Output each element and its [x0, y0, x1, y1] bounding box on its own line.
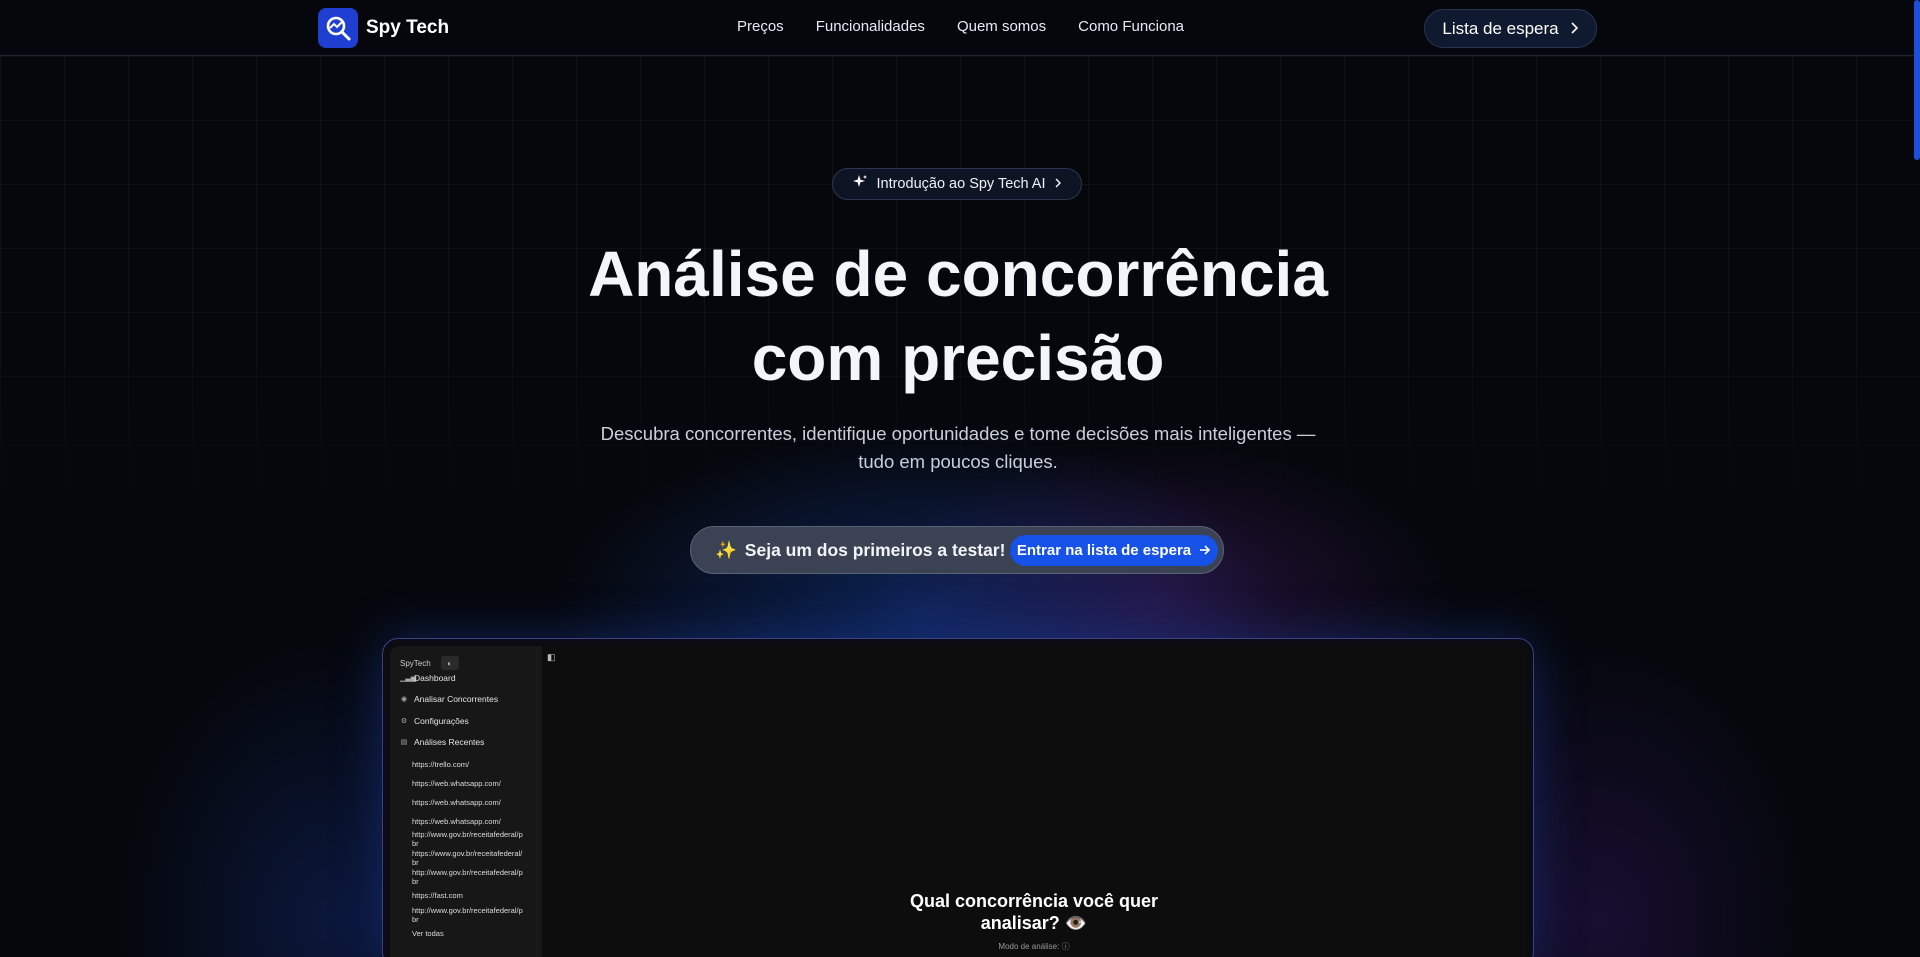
chevron-right-icon	[1054, 176, 1062, 192]
recent-link[interactable]: https://www.gov.br/receitafederal/	[412, 849, 540, 858]
recent-link[interactable]: https://web.whatsapp.com/	[412, 779, 540, 788]
intro-announcement-pill[interactable]: Introdução ao Spy Tech AI	[832, 168, 1082, 200]
recent-link[interactable]: http://www.gov.br/receitafederal/p	[412, 868, 540, 877]
landing-page: Spy Tech Preços Funcionalidades Quem som…	[0, 0, 1920, 957]
preview-sidebar: SpyTech ◐ ▁▃▅ Dashboard ◉ Analisar Conco…	[390, 646, 542, 957]
eye-icon: ◉	[400, 696, 408, 703]
recent-link[interactable]: http://www.gov.br/receitafederal/p	[412, 830, 540, 839]
hero-title-line1: Análise de concorrência	[588, 238, 1328, 310]
waitlist-label: Lista de espera	[1442, 18, 1559, 38]
hero-subtitle-line1: Descubra concorrentes, identifique oport…	[600, 423, 1316, 444]
hero-title-line2: com precisão	[751, 322, 1165, 394]
recent-link-suffix: br	[412, 858, 419, 867]
hero-subtitle: Descubra concorrentes, identifique oport…	[560, 420, 1356, 476]
page-scrollbar[interactable]	[1914, 0, 1920, 160]
question-line1: Qual concorrência você quer	[909, 891, 1159, 911]
menu-label: Dashboard	[414, 673, 456, 683]
cta-text: ✨ Seja um dos primeiros a testar!	[715, 540, 1005, 561]
cta-bar: ✨ Seja um dos primeiros a testar! Entrar…	[690, 526, 1224, 574]
gear-icon: ⚙	[400, 718, 408, 725]
analysis-mode-label: Modo de análise: ⓘ	[542, 941, 1526, 952]
join-waitlist-button[interactable]: Entrar na lista de espera	[1010, 535, 1218, 566]
recent-link-suffix: br	[412, 839, 419, 848]
menu-label: Analisar Concorrentes	[414, 694, 499, 704]
menu-label: Configurações	[414, 716, 469, 726]
hero-subtitle-line2: tudo em poucos cliques.	[858, 451, 1058, 472]
cta-label: Seja um dos primeiros a testar!	[744, 540, 1006, 560]
recent-link[interactable]: http://www.gov.br/receitafederal/p	[412, 906, 540, 915]
theme-toggle-icon[interactable]: ◐	[440, 656, 459, 670]
nav-link-quem-somos[interactable]: Quem somos	[957, 18, 1046, 35]
recent-link[interactable]: https://web.whatsapp.com/	[412, 798, 540, 807]
recent-link[interactable]: https://fast.com	[412, 891, 540, 900]
recent-link[interactable]: https://web.whatsapp.com/	[412, 817, 540, 826]
preview-menu-dashboard[interactable]: ▁▃▅ Dashboard	[400, 673, 456, 683]
mode-label-text: Modo de análise:	[998, 942, 1060, 951]
analytics-magnifier-icon	[318, 8, 358, 48]
waitlist-button[interactable]: Lista de espera	[1424, 9, 1597, 48]
recent-link[interactable]: https://trello.com/	[412, 760, 540, 769]
nav-link-precos[interactable]: Preços	[737, 18, 784, 35]
hero-title: Análise de concorrência com precisão	[0, 232, 1916, 400]
sidebar-toggle-icon[interactable]: ◧	[547, 652, 556, 663]
main-nav: Preços Funcionalidades Quem somos Como F…	[737, 18, 1184, 35]
sparkles-emoji-icon: ✨	[715, 540, 737, 560]
info-icon[interactable]: ⓘ	[1062, 942, 1070, 951]
document-icon: ▤	[400, 739, 408, 746]
chevron-right-icon	[1569, 19, 1579, 39]
app-preview: SpyTech ◐ ▁▃▅ Dashboard ◉ Analisar Conco…	[390, 646, 1526, 957]
recent-link-suffix: br	[412, 915, 419, 924]
pill-label: Introdução ao Spy Tech AI	[876, 176, 1046, 192]
see-all-link[interactable]: Ver todas	[412, 929, 540, 938]
preview-sidebar-header: SpyTech ◐	[400, 656, 459, 670]
join-waitlist-label: Entrar na lista de espera	[1016, 542, 1192, 559]
question-line2: analisar? 👁️	[980, 913, 1088, 933]
preview-menu-analises-recentes[interactable]: ▤ Análises Recentes	[400, 737, 485, 747]
preview-menu-analisar[interactable]: ◉ Analisar Concorrentes	[400, 694, 498, 704]
brand-name: Spy Tech	[366, 17, 450, 38]
recent-link-suffix: br	[412, 877, 419, 886]
bar-chart-icon: ▁▃▅	[400, 675, 417, 682]
site-header: Spy Tech Preços Funcionalidades Quem som…	[0, 0, 1920, 56]
preview-brand: SpyTech	[400, 658, 431, 668]
menu-label: Análises Recentes	[414, 737, 485, 747]
nav-link-como-funciona[interactable]: Como Funciona	[1078, 18, 1184, 35]
preview-menu-configuracoes[interactable]: ⚙ Configurações	[400, 716, 469, 726]
arrow-right-icon	[1199, 542, 1211, 559]
nav-link-funcionalidades[interactable]: Funcionalidades	[816, 18, 925, 35]
app-preview-frame: SpyTech ◐ ▁▃▅ Dashboard ◉ Analisar Conco…	[382, 638, 1534, 957]
preview-question: Qual concorrência você quer analisar? 👁️	[542, 890, 1526, 934]
sparkles-icon	[852, 174, 868, 194]
brand-logo[interactable]: Spy Tech	[318, 8, 449, 48]
